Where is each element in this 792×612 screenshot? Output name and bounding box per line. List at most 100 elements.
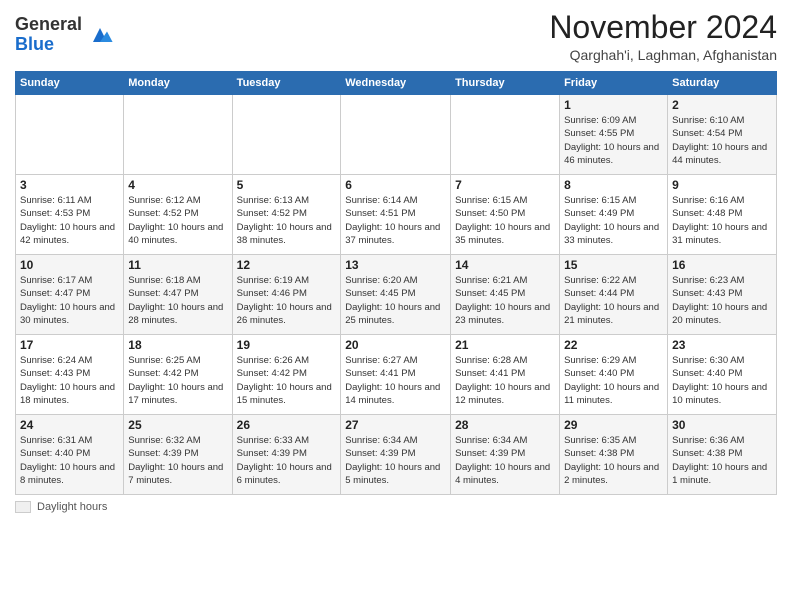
calendar-cell: 15 Sunrise: 6:22 AMSunset: 4:44 PMDayligh… — [560, 255, 668, 335]
col-friday: Friday — [560, 72, 668, 95]
calendar-cell: 29 Sunrise: 6:35 AMSunset: 4:38 PMDayligh… — [560, 415, 668, 495]
day-number: 11 — [128, 258, 227, 272]
calendar-cell: 6 Sunrise: 6:14 AMSunset: 4:51 PMDaylight… — [341, 175, 451, 255]
calendar-cell: 17 Sunrise: 6:24 AMSunset: 4:43 PMDayligh… — [16, 335, 124, 415]
calendar-table: Sunday Monday Tuesday Wednesday Thursday… — [15, 71, 777, 495]
day-info: Sunrise: 6:28 AMSunset: 4:41 PMDaylight:… — [455, 354, 555, 407]
calendar-cell: 16 Sunrise: 6:23 AMSunset: 4:43 PMDayligh… — [668, 255, 777, 335]
day-number: 12 — [237, 258, 337, 272]
day-number: 2 — [672, 98, 772, 112]
day-info: Sunrise: 6:09 AMSunset: 4:55 PMDaylight:… — [564, 114, 663, 167]
calendar-cell: 26Sunrise: 6:33 AMSunset: 4:39 PMDayligh… — [232, 415, 341, 495]
day-info: Sunrise: 6:26 AMSunset: 4:42 PMDaylight:… — [237, 354, 337, 407]
calendar-header: Sunday Monday Tuesday Wednesday Thursday… — [16, 72, 777, 95]
logo-general: General — [15, 14, 82, 34]
calendar-cell: 19Sunrise: 6:26 AMSunset: 4:42 PMDayligh… — [232, 335, 341, 415]
day-number: 13 — [345, 258, 446, 272]
day-number: 9 — [672, 178, 772, 192]
day-info: Sunrise: 6:29 AMSunset: 4:40 PMDaylight:… — [564, 354, 663, 407]
day-number: 21 — [455, 338, 555, 352]
day-info: Sunrise: 6:35 AMSunset: 4:38 PMDaylight:… — [564, 434, 663, 487]
day-number: 23 — [672, 338, 772, 352]
calendar-cell — [16, 95, 124, 175]
calendar-cell: 2 Sunrise: 6:10 AMSunset: 4:54 PMDaylight… — [668, 95, 777, 175]
day-number: 4 — [128, 178, 227, 192]
day-info: Sunrise: 6:12 AMSunset: 4:52 PMDaylight:… — [128, 194, 227, 247]
calendar-cell: 14Sunrise: 6:21 AMSunset: 4:45 PMDayligh… — [451, 255, 560, 335]
calendar-cell: 7 Sunrise: 6:15 AMSunset: 4:50 PMDaylight… — [451, 175, 560, 255]
calendar-week-5: 24Sunrise: 6:31 AMSunset: 4:40 PMDayligh… — [16, 415, 777, 495]
calendar-cell: 21 Sunrise: 6:28 AMSunset: 4:41 PMDayligh… — [451, 335, 560, 415]
day-info: Sunrise: 6:14 AMSunset: 4:51 PMDaylight:… — [345, 194, 446, 247]
calendar-cell: 5Sunrise: 6:13 AMSunset: 4:52 PMDaylight… — [232, 175, 341, 255]
calendar-cell: 12 Sunrise: 6:19 AMSunset: 4:46 PMDayligh… — [232, 255, 341, 335]
calendar-cell: 13 Sunrise: 6:20 AMSunset: 4:45 PMDayligh… — [341, 255, 451, 335]
calendar-cell — [341, 95, 451, 175]
location: Qarghah'i, Laghman, Afghanistan — [549, 47, 777, 63]
day-number: 16 — [672, 258, 772, 272]
day-number: 29 — [564, 418, 663, 432]
day-info: Sunrise: 6:16 AMSunset: 4:48 PMDaylight:… — [672, 194, 772, 247]
col-thursday: Thursday — [451, 72, 560, 95]
day-info: Sunrise: 6:15 AMSunset: 4:50 PMDaylight:… — [455, 194, 555, 247]
month-title: November 2024 — [549, 10, 777, 45]
calendar-cell: 27Sunrise: 6:34 AMSunset: 4:39 PMDayligh… — [341, 415, 451, 495]
header-row: Sunday Monday Tuesday Wednesday Thursday… — [16, 72, 777, 95]
calendar-cell: 11 Sunrise: 6:18 AMSunset: 4:47 PMDayligh… — [124, 255, 232, 335]
logo: General Blue — [15, 15, 114, 55]
calendar-cell: 1Sunrise: 6:09 AMSunset: 4:55 PMDaylight… — [560, 95, 668, 175]
day-number: 22 — [564, 338, 663, 352]
logo-blue: Blue — [15, 34, 54, 54]
day-info: Sunrise: 6:24 AMSunset: 4:43 PMDaylight:… — [20, 354, 119, 407]
calendar-cell: 18 Sunrise: 6:25 AMSunset: 4:42 PMDayligh… — [124, 335, 232, 415]
day-number: 7 — [455, 178, 555, 192]
calendar-cell: 30 Sunrise: 6:36 AMSunset: 4:38 PMDayligh… — [668, 415, 777, 495]
day-info: Sunrise: 6:30 AMSunset: 4:40 PMDaylight:… — [672, 354, 772, 407]
col-sunday: Sunday — [16, 72, 124, 95]
day-info: Sunrise: 6:23 AMSunset: 4:43 PMDaylight:… — [672, 274, 772, 327]
calendar-cell: 25 Sunrise: 6:32 AMSunset: 4:39 PMDayligh… — [124, 415, 232, 495]
calendar-cell: 20Sunrise: 6:27 AMSunset: 4:41 PMDayligh… — [341, 335, 451, 415]
calendar-cell: 9 Sunrise: 6:16 AMSunset: 4:48 PMDaylight… — [668, 175, 777, 255]
logo-icon — [86, 21, 114, 49]
day-info: Sunrise: 6:22 AMSunset: 4:44 PMDaylight:… — [564, 274, 663, 327]
calendar-cell — [451, 95, 560, 175]
calendar-cell: 10Sunrise: 6:17 AMSunset: 4:47 PMDayligh… — [16, 255, 124, 335]
day-number: 17 — [20, 338, 119, 352]
day-number: 28 — [455, 418, 555, 432]
col-wednesday: Wednesday — [341, 72, 451, 95]
day-number: 15 — [564, 258, 663, 272]
day-number: 26 — [237, 418, 337, 432]
day-number: 27 — [345, 418, 446, 432]
day-info: Sunrise: 6:36 AMSunset: 4:38 PMDaylight:… — [672, 434, 772, 487]
calendar-cell: 22 Sunrise: 6:29 AMSunset: 4:40 PMDayligh… — [560, 335, 668, 415]
calendar-cell: 23 Sunrise: 6:30 AMSunset: 4:40 PMDayligh… — [668, 335, 777, 415]
day-number: 25 — [128, 418, 227, 432]
day-info: Sunrise: 6:32 AMSunset: 4:39 PMDaylight:… — [128, 434, 227, 487]
calendar-cell: 24Sunrise: 6:31 AMSunset: 4:40 PMDayligh… — [16, 415, 124, 495]
day-number: 10 — [20, 258, 119, 272]
calendar-cell: 8 Sunrise: 6:15 AMSunset: 4:49 PMDaylight… — [560, 175, 668, 255]
calendar-cell: 28Sunrise: 6:34 AMSunset: 4:39 PMDayligh… — [451, 415, 560, 495]
calendar-cell: 3Sunrise: 6:11 AMSunset: 4:53 PMDaylight… — [16, 175, 124, 255]
day-info: Sunrise: 6:10 AMSunset: 4:54 PMDaylight:… — [672, 114, 772, 167]
calendar-body: 1Sunrise: 6:09 AMSunset: 4:55 PMDaylight… — [16, 95, 777, 495]
col-monday: Monday — [124, 72, 232, 95]
day-number: 8 — [564, 178, 663, 192]
day-number: 6 — [345, 178, 446, 192]
day-info: Sunrise: 6:25 AMSunset: 4:42 PMDaylight:… — [128, 354, 227, 407]
col-tuesday: Tuesday — [232, 72, 341, 95]
calendar-week-1: 1Sunrise: 6:09 AMSunset: 4:55 PMDaylight… — [16, 95, 777, 175]
day-info: Sunrise: 6:18 AMSunset: 4:47 PMDaylight:… — [128, 274, 227, 327]
day-number: 30 — [672, 418, 772, 432]
day-info: Sunrise: 6:19 AMSunset: 4:46 PMDaylight:… — [237, 274, 337, 327]
day-info: Sunrise: 6:15 AMSunset: 4:49 PMDaylight:… — [564, 194, 663, 247]
day-number: 18 — [128, 338, 227, 352]
day-number: 5 — [237, 178, 337, 192]
day-info: Sunrise: 6:27 AMSunset: 4:41 PMDaylight:… — [345, 354, 446, 407]
legend-box — [15, 501, 31, 513]
calendar-cell — [232, 95, 341, 175]
day-info: Sunrise: 6:20 AMSunset: 4:45 PMDaylight:… — [345, 274, 446, 327]
day-number: 3 — [20, 178, 119, 192]
day-info: Sunrise: 6:21 AMSunset: 4:45 PMDaylight:… — [455, 274, 555, 327]
